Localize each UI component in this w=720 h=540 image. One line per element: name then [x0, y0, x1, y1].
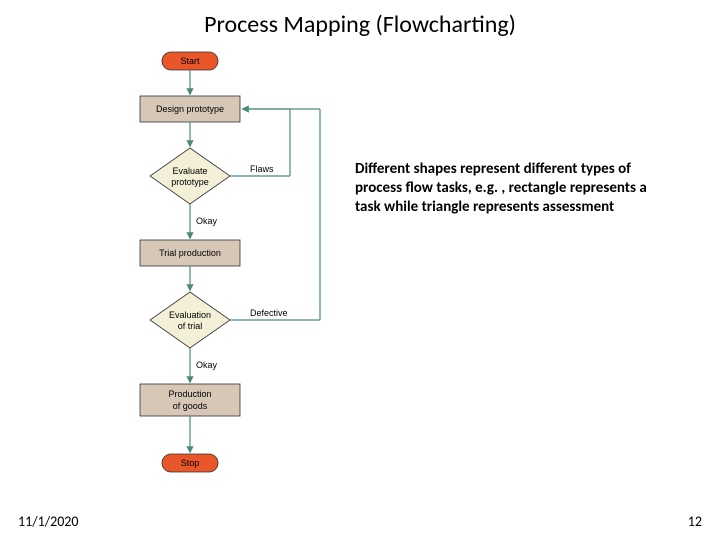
description-text: Different shapes represent different typ…	[355, 160, 675, 216]
slide: Process Mapping (Flowcharting) Different…	[0, 0, 720, 540]
stop-node: Stop	[162, 454, 218, 472]
eval2-line2: of trial	[178, 321, 203, 331]
production-node: Production of goods	[140, 384, 240, 416]
eval1-line1: Evaluate	[172, 166, 207, 176]
trial-production-node: Trial production	[140, 240, 240, 266]
stop-label: Stop	[181, 458, 200, 468]
evaluate-prototype-node: Evaluate prototype	[150, 148, 230, 204]
eval2-right-label: Defective	[250, 308, 288, 318]
flowchart: Start Design prototype Evaluate prototyp…	[120, 48, 360, 503]
start-label: Start	[180, 56, 200, 66]
production-label-l2: of goods	[173, 401, 208, 411]
eval2-line1: Evaluation	[169, 310, 211, 320]
footer-page-number: 12	[688, 513, 702, 530]
flowchart-svg: Start Design prototype Evaluate prototyp…	[120, 48, 360, 503]
eval2-down-label: Okay	[196, 360, 218, 370]
production-label-l1: Production	[168, 389, 211, 399]
footer-date: 11/1/2020	[18, 513, 78, 530]
design-prototype-label: Design prototype	[156, 104, 224, 114]
start-node: Start	[162, 52, 218, 70]
page-title: Process Mapping (Flowcharting)	[0, 10, 720, 39]
eval1-down-label: Okay	[196, 216, 218, 226]
design-prototype-node: Design prototype	[140, 96, 240, 122]
eval1-right-label: Flaws	[250, 164, 274, 174]
eval1-line2: prototype	[171, 177, 209, 187]
trial-production-label: Trial production	[159, 248, 221, 258]
evaluation-of-trial-node: Evaluation of trial	[150, 292, 230, 348]
